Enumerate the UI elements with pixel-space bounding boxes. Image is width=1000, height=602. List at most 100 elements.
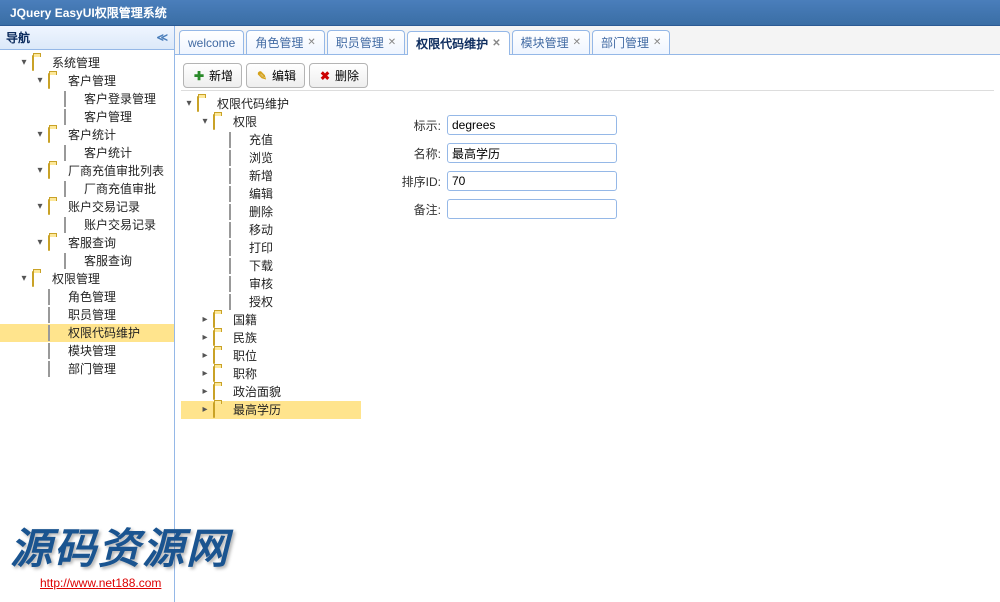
expand-icon[interactable] [32,361,48,377]
expand-icon[interactable] [48,145,64,161]
close-icon[interactable]: ✕ [388,37,396,48]
tree-node[interactable]: 权限代码维护 [0,324,174,342]
edit-label: 编辑 [272,67,296,84]
tree-node[interactable]: ▸国籍 [181,311,361,329]
tree-node[interactable]: 审核 [181,275,361,293]
expand-icon[interactable]: ▾ [32,73,48,89]
tree-node[interactable]: 厂商充值审批 [0,180,174,198]
tree-node[interactable]: 客户统计 [0,144,174,162]
expand-icon[interactable] [48,91,64,107]
expand-icon[interactable]: ▾ [16,271,32,287]
expand-icon[interactable]: ▾ [181,96,197,112]
expand-icon[interactable] [48,217,64,233]
expand-icon[interactable]: ▸ [197,402,213,418]
tree-node[interactable]: 模块管理 [0,342,174,360]
mark-input[interactable] [447,115,617,135]
tree-node[interactable]: 角色管理 [0,288,174,306]
tree-node[interactable]: 客服查询 [0,252,174,270]
edit-button[interactable]: ✎ 编辑 [246,63,305,88]
tree-node[interactable]: 打印 [181,239,361,257]
tree-node[interactable]: 浏览 [181,149,361,167]
sort-input[interactable] [447,171,617,191]
tree-node[interactable]: ▸职称 [181,365,361,383]
tree-node[interactable]: 下载 [181,257,361,275]
tree-node[interactable]: ▸民族 [181,329,361,347]
tree-node[interactable]: ▸最高学历 [181,401,361,419]
expand-icon[interactable]: ▸ [197,366,213,382]
tab[interactable]: 部门管理✕ [592,30,670,54]
remark-input[interactable] [447,199,617,219]
expand-icon[interactable]: ▸ [197,384,213,400]
expand-icon[interactable] [32,325,48,341]
tree-node[interactable]: 职员管理 [0,306,174,324]
tree-node[interactable]: 账户交易记录 [0,216,174,234]
add-label: 新增 [209,67,233,84]
tree-node[interactable]: 客户管理 [0,108,174,126]
tree-node[interactable]: ▾厂商充值审批列表 [0,162,174,180]
tree-node[interactable]: ▾权限管理 [0,270,174,288]
name-input[interactable] [447,143,617,163]
tree-node[interactable]: ▾客服查询 [0,234,174,252]
tree-node[interactable]: 部门管理 [0,360,174,378]
expand-icon[interactable] [48,253,64,269]
expand-icon[interactable]: ▸ [197,348,213,364]
expand-icon[interactable]: ▾ [32,235,48,251]
tree-label: 政治面貌 [231,384,283,400]
expand-icon[interactable]: ▸ [197,312,213,328]
expand-icon[interactable] [48,109,64,125]
expand-icon[interactable] [213,204,229,220]
expand-icon[interactable]: ▾ [32,163,48,179]
expand-icon[interactable] [48,181,64,197]
tree-node[interactable]: ▾权限代码维护 [181,95,361,113]
expand-icon[interactable] [213,276,229,292]
close-icon[interactable]: ✕ [653,37,661,48]
expand-icon[interactable]: ▾ [197,114,213,130]
tree-node[interactable]: 客户登录管理 [0,90,174,108]
tree-node[interactable]: ▾客户统计 [0,126,174,144]
expand-icon[interactable] [213,240,229,256]
tree-node[interactable]: 移动 [181,221,361,239]
remark-label: 备注: [391,201,441,218]
tree-node[interactable]: ▾账户交易记录 [0,198,174,216]
folder-open-icon [197,96,213,112]
expand-icon[interactable] [213,168,229,184]
expand-icon[interactable] [32,307,48,323]
expand-icon[interactable] [32,289,48,305]
close-icon[interactable]: ✕ [492,38,500,49]
tab[interactable]: welcome [179,30,244,54]
tree-node[interactable]: 新增 [181,167,361,185]
expand-icon[interactable]: ▾ [16,55,32,71]
tree-node[interactable]: ▾系统管理 [0,54,174,72]
expand-icon[interactable] [213,150,229,166]
expand-icon[interactable] [32,343,48,359]
tree-node[interactable]: ▸ 政治面貌 [181,383,361,401]
expand-icon[interactable]: ▾ [32,199,48,215]
tree-node[interactable]: ▾权限 [181,113,361,131]
expand-icon[interactable] [213,258,229,274]
expand-icon[interactable] [213,186,229,202]
tab[interactable]: 模块管理✕ [512,30,590,54]
expand-icon[interactable] [213,132,229,148]
expand-icon[interactable]: ▸ [197,330,213,346]
tab[interactable]: 权限代码维护✕ [407,31,509,55]
tree-label: 删除 [247,204,275,220]
toolbar: ✚ 新增 ✎ 编辑 ✖ 删除 [181,61,994,91]
expand-icon[interactable]: ▾ [32,127,48,143]
tree-node[interactable]: 删除 [181,203,361,221]
tree-node[interactable]: ▾客户管理 [0,72,174,90]
delete-button[interactable]: ✖ 删除 [309,63,368,88]
tree-node[interactable]: 编辑 [181,185,361,203]
tab[interactable]: 职员管理✕ [327,30,405,54]
close-icon[interactable]: ✕ [573,37,581,48]
add-button[interactable]: ✚ 新增 [183,63,242,88]
tab-content: ✚ 新增 ✎ 编辑 ✖ 删除 ▾权限代码维护▾权限充值浏览新增编辑删除移动打印下… [175,55,1000,602]
tree-node[interactable]: ▸职位 [181,347,361,365]
tree-node[interactable]: 充值 [181,131,361,149]
tree-node[interactable]: 授权 [181,293,361,311]
tree-label: 职员管理 [66,307,118,323]
tab[interactable]: 角色管理✕ [246,30,324,54]
close-icon[interactable]: ✕ [307,37,315,48]
expand-icon[interactable] [213,294,229,310]
collapse-icon[interactable]: ≪ [156,31,168,44]
expand-icon[interactable] [213,222,229,238]
